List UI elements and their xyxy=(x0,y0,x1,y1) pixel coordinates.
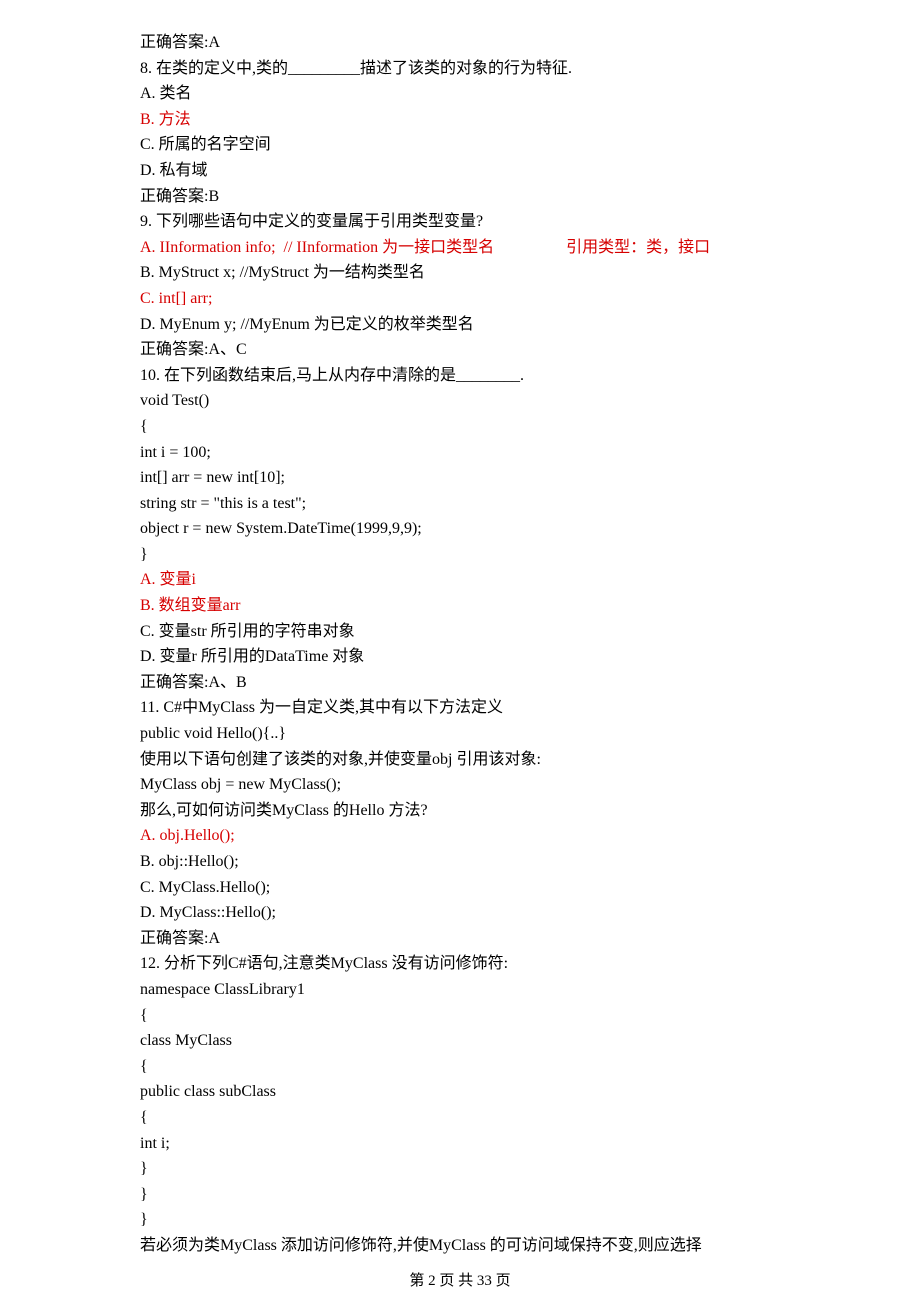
text-line: 正确答案:A、C xyxy=(140,337,780,363)
text-line: B. MyStruct x; //MyStruct 为一结构类型名 xyxy=(140,260,780,286)
text-line: } xyxy=(140,1156,780,1182)
text-line: 10. 在下列函数结束后,马上从内存中清除的是________. xyxy=(140,363,780,389)
text-line: A. 类名 xyxy=(140,81,780,107)
text-line: int i; xyxy=(140,1131,780,1157)
text-line: { xyxy=(140,414,780,440)
text-line: } xyxy=(140,542,780,568)
text-line: public void Hello(){..} xyxy=(140,721,780,747)
text-line: C. 变量str 所引用的字符串对象 xyxy=(140,619,780,645)
text-line: 正确答案:A xyxy=(140,30,780,56)
text-line: { xyxy=(140,1054,780,1080)
text-line: A. IInformation info; // IInformation 为一… xyxy=(140,235,780,261)
document-content: 正确答案:A8. 在类的定义中,类的_________描述了该类的对象的行为特征… xyxy=(140,30,780,1259)
text-line: { xyxy=(140,1105,780,1131)
text-line: C. MyClass.Hello(); xyxy=(140,875,780,901)
text-line: A. obj.Hello(); xyxy=(140,823,780,849)
text-line: namespace ClassLibrary1 xyxy=(140,977,780,1003)
text-line: MyClass obj = new MyClass(); xyxy=(140,772,780,798)
text-line: C. 所属的名字空间 xyxy=(140,132,780,158)
text-line: } xyxy=(140,1182,780,1208)
text-line: void Test() xyxy=(140,388,780,414)
text-line: } xyxy=(140,1207,780,1233)
text-line: D. 变量r 所引用的DataTime 对象 xyxy=(140,644,780,670)
text-line: class MyClass xyxy=(140,1028,780,1054)
text-line: 正确答案:A、B xyxy=(140,670,780,696)
text-line: public class subClass xyxy=(140,1079,780,1105)
text-line: A. 变量i xyxy=(140,567,780,593)
text-line: 11. C#中MyClass 为一自定义类,其中有以下方法定义 xyxy=(140,695,780,721)
text-line: 正确答案:B xyxy=(140,184,780,210)
text-line: D. MyClass::Hello(); xyxy=(140,900,780,926)
text-line: int[] arr = new int[10]; xyxy=(140,465,780,491)
text-line: 那么,可如何访问类MyClass 的Hello 方法? xyxy=(140,798,780,824)
text-line: D. 私有域 xyxy=(140,158,780,184)
text-line: 12. 分析下列C#语句,注意类MyClass 没有访问修饰符: xyxy=(140,951,780,977)
text-line: B. 数组变量arr xyxy=(140,593,780,619)
text-line: 若必须为类MyClass 添加访问修饰符,并使MyClass 的可访问域保持不变… xyxy=(140,1233,780,1259)
page-footer: 第 2 页 共 33 页 xyxy=(140,1269,780,1293)
text-line: 正确答案:A xyxy=(140,926,780,952)
text-line: 使用以下语句创建了该类的对象,并使变量obj 引用该对象: xyxy=(140,747,780,773)
text-line: B. obj::Hello(); xyxy=(140,849,780,875)
text-line: 9. 下列哪些语句中定义的变量属于引用类型变量? xyxy=(140,209,780,235)
text-line: 8. 在类的定义中,类的_________描述了该类的对象的行为特征. xyxy=(140,56,780,82)
text-line: object r = new System.DateTime(1999,9,9)… xyxy=(140,516,780,542)
text-line: { xyxy=(140,1003,780,1029)
text-line: int i = 100; xyxy=(140,440,780,466)
text-line: B. 方法 xyxy=(140,107,780,133)
document-page: 正确答案:A8. 在类的定义中,类的_________描述了该类的对象的行为特征… xyxy=(70,0,850,1313)
text-line: C. int[] arr; xyxy=(140,286,780,312)
text-line: string str = "this is a test"; xyxy=(140,491,780,517)
text-line: D. MyEnum y; //MyEnum 为已定义的枚举类型名 xyxy=(140,312,780,338)
